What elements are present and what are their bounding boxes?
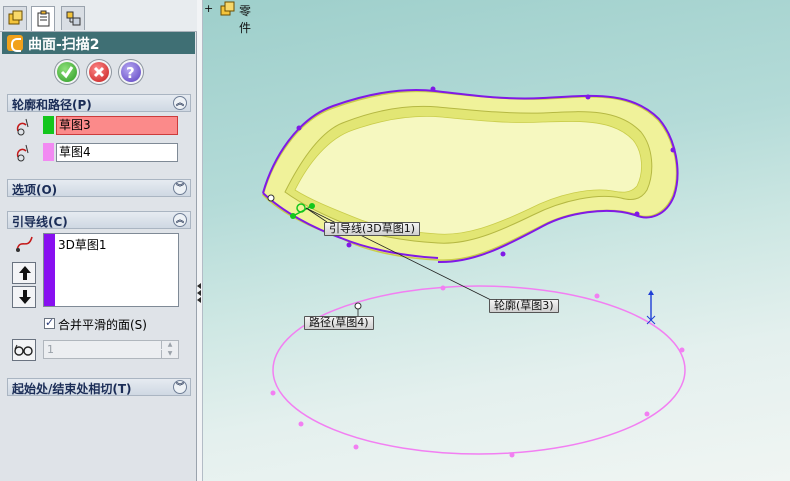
intermediate-sections-spinner[interactable]: 1 ▲ ▼ bbox=[43, 340, 179, 359]
section-options-title: 选项(O) bbox=[12, 183, 58, 197]
tab-property-manager[interactable] bbox=[31, 6, 55, 31]
merge-smooth-faces-checkbox[interactable] bbox=[44, 316, 55, 329]
tab-feature-manager[interactable] bbox=[3, 6, 27, 30]
path-selection-field[interactable]: 草图4 bbox=[56, 143, 178, 162]
property-manager: 曲面-扫描2 ? 轮廓和路径(P) ︽ 草图3 草图4 选项(O) ︾ 引导线(… bbox=[0, 0, 197, 481]
section-guide-title: 引导线(C) bbox=[12, 215, 68, 229]
help-icon: ? bbox=[121, 62, 141, 82]
glasses-icon bbox=[14, 344, 33, 356]
path-callout[interactable]: 路径(草图4) bbox=[304, 316, 374, 330]
cancel-icon bbox=[89, 62, 109, 82]
cancel-button[interactable] bbox=[86, 59, 112, 85]
profile-callout[interactable]: 轮廓(草图3) bbox=[489, 299, 559, 313]
guide-curve-icon bbox=[14, 233, 36, 255]
arrow-up-icon bbox=[19, 266, 31, 280]
section-profile-path-title: 轮廓和路径(P) bbox=[12, 98, 92, 112]
configuration-icon bbox=[66, 11, 81, 26]
svg-text:?: ? bbox=[126, 64, 135, 82]
profile-selection-field[interactable]: 草图3 bbox=[56, 116, 178, 135]
expand-chevron-icon[interactable]: ︾ bbox=[173, 181, 187, 195]
ok-icon bbox=[57, 62, 77, 82]
tab-configuration-manager[interactable] bbox=[61, 6, 85, 30]
path-leader-point bbox=[354, 302, 362, 310]
start-point bbox=[267, 194, 275, 202]
model-canvas bbox=[262, 86, 686, 458]
path-sketch-icon bbox=[14, 143, 36, 165]
section-guide-header[interactable]: 引导线(C) ︽ bbox=[7, 211, 191, 229]
section-tangency-header[interactable]: 起始处/结束处相切(T) ︾ bbox=[7, 378, 191, 396]
merge-smooth-faces-label: 合并平滑的面(S) bbox=[58, 318, 147, 332]
path-ellipse bbox=[272, 285, 686, 455]
section-options-header[interactable]: 选项(O) ︾ bbox=[7, 179, 191, 197]
splitter-arrow-icon bbox=[197, 297, 201, 303]
ok-button[interactable] bbox=[54, 59, 80, 85]
profile-color-swatch bbox=[43, 116, 54, 134]
triad-icon bbox=[646, 290, 656, 325]
spinner-down-icon[interactable]: ▼ bbox=[161, 350, 178, 358]
section-tangency-title: 起始处/结束处相切(T) bbox=[12, 382, 132, 396]
spinner-up-icon[interactable]: ▲ bbox=[161, 341, 178, 349]
collapse-chevron-icon[interactable]: ︽ bbox=[173, 213, 187, 227]
show-sections-button[interactable] bbox=[12, 339, 36, 361]
section-profile-path-header[interactable]: 轮廓和路径(P) ︽ bbox=[7, 94, 191, 112]
move-up-button[interactable] bbox=[12, 262, 36, 284]
splitter-arrow-icon bbox=[197, 290, 201, 296]
guide-curves-list[interactable]: 3D草图1 bbox=[43, 233, 179, 307]
guide-color-swatch bbox=[44, 234, 55, 306]
splitter-arrow-icon bbox=[197, 283, 201, 289]
spinner-value: 1 bbox=[47, 343, 54, 356]
property-manager-icon bbox=[37, 10, 50, 27]
sweep-surface-icon bbox=[7, 35, 23, 52]
feature-title: 曲面-扫描2 bbox=[28, 37, 100, 53]
path-color-swatch bbox=[43, 143, 54, 161]
collapse-chevron-icon[interactable]: ︽ bbox=[173, 96, 187, 110]
arrow-down-icon bbox=[19, 290, 31, 304]
move-down-button[interactable] bbox=[12, 286, 36, 308]
list-item[interactable]: 3D草图1 bbox=[58, 236, 107, 253]
profile-sketch-icon bbox=[14, 117, 36, 139]
graphics-viewport[interactable]: + 零件 引导线(3D草图1) 轮廓(草图3) 路径(草图4) bbox=[203, 0, 790, 481]
manager-tabs bbox=[0, 0, 197, 32]
guide-curve-callout[interactable]: 引导线(3D草图1) bbox=[324, 222, 421, 236]
help-button[interactable]: ? bbox=[118, 59, 144, 85]
feature-title-bar: 曲面-扫描2 bbox=[2, 32, 195, 54]
feature-tree-icon bbox=[8, 10, 23, 25]
expand-chevron-icon[interactable]: ︾ bbox=[173, 380, 187, 394]
